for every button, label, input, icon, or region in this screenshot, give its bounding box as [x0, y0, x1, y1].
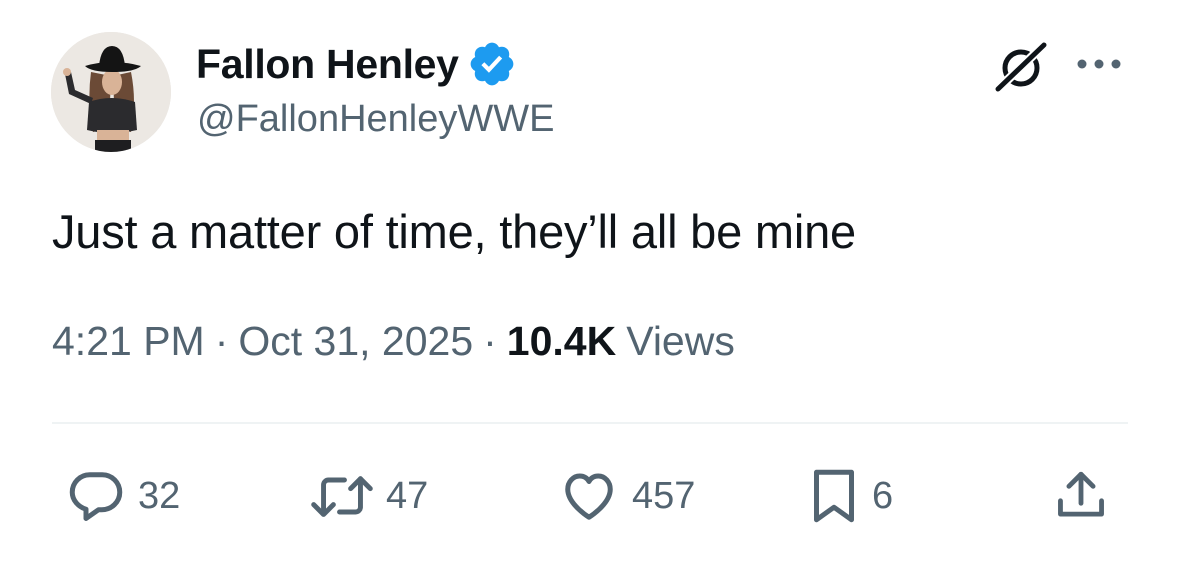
- views-count[interactable]: 10.4K: [507, 318, 616, 365]
- tweet-time[interactable]: 4:21 PM: [52, 318, 205, 365]
- meta-separator: ·: [214, 318, 229, 364]
- display-name[interactable]: Fallon Henley: [196, 41, 459, 88]
- repost-count: 47: [386, 474, 429, 517]
- bookmark-button[interactable]: 6: [808, 466, 893, 526]
- like-count: 457: [632, 474, 696, 517]
- tweet-date[interactable]: Oct 31, 2025: [238, 318, 473, 365]
- meta-separator: ·: [483, 318, 497, 364]
- more-options-icon[interactable]: [1073, 50, 1125, 78]
- reply-button[interactable]: 32: [66, 466, 180, 526]
- bookmark-icon: [808, 466, 860, 526]
- author-handle[interactable]: @FallonHenleyWWE: [197, 98, 554, 141]
- avatar-image: [51, 32, 171, 152]
- bookmark-count: 6: [872, 474, 894, 517]
- like-button[interactable]: 457: [558, 466, 695, 526]
- tweet-text: Just a matter of time, they’ll all be mi…: [52, 205, 856, 258]
- heart-icon: [558, 466, 620, 526]
- reply-icon: [66, 466, 126, 526]
- verified-badge-icon[interactable]: [467, 39, 517, 89]
- author-name-row[interactable]: Fallon Henley: [196, 38, 517, 90]
- views-label[interactable]: Views: [626, 318, 735, 365]
- share-icon: [1052, 466, 1110, 526]
- tweet-card: Fallon Henley @FallonHenleyWWE Just a ma…: [0, 0, 1179, 567]
- avatar[interactable]: [51, 32, 171, 152]
- repost-button[interactable]: 47: [310, 466, 428, 526]
- divider: [52, 422, 1128, 424]
- repost-icon: [310, 466, 374, 526]
- share-button[interactable]: [1052, 466, 1110, 526]
- reply-count: 32: [138, 474, 181, 517]
- tweet-meta: 4:21 PM · Oct 31, 2025 · 10.4K Views: [52, 318, 735, 365]
- grok-icon[interactable]: [992, 37, 1050, 95]
